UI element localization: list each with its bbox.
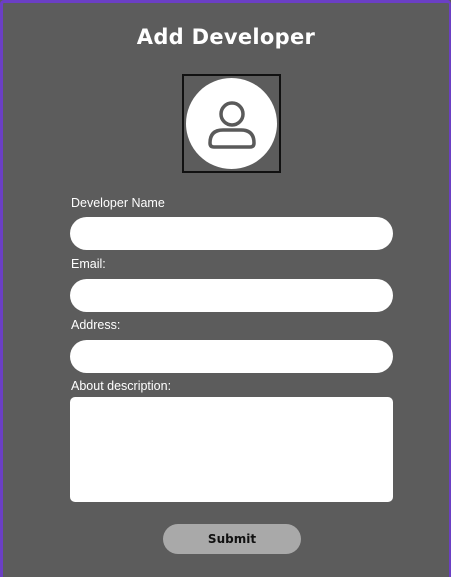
address-label: Address: (71, 318, 121, 332)
email-label: Email: (71, 257, 106, 271)
address-input[interactable] (70, 340, 393, 373)
form-title: Add Developer (136, 25, 316, 49)
about-description-label: About description: (71, 379, 172, 393)
about-description-textarea[interactable] (70, 397, 393, 502)
email-input[interactable] (70, 279, 393, 312)
developer-name-label: Developer Name (71, 196, 165, 210)
user-icon (207, 100, 256, 149)
add-developer-form: Add Developer Developer Name Email: Addr… (0, 0, 451, 577)
avatar (186, 78, 277, 169)
submit-button[interactable]: Submit (163, 524, 301, 554)
avatar-upload[interactable] (182, 74, 281, 173)
developer-name-input[interactable] (70, 217, 393, 250)
